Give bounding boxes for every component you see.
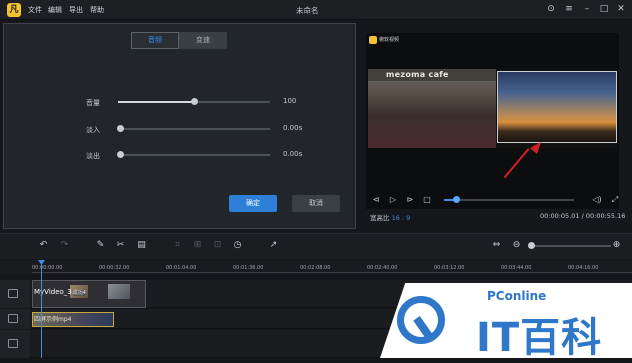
watermark-brand: PConline [487,289,547,303]
ruler-tick-label: 00:01:36.00 [233,265,264,271]
menu-help[interactable]: 帮助 [90,5,104,15]
ruler-tick-label: 00:02:40.00 [367,265,398,271]
film-icon [8,289,18,298]
aspect-ratio: 宽高比 16 : 9 [370,212,410,222]
volume-value: 100 [283,97,297,105]
fit-timeline-icon[interactable]: ⇔ [491,240,502,251]
playback-progress-knob[interactable] [452,196,460,203]
export-icon[interactable]: ↗ [268,240,279,251]
menu-icon[interactable]: ≡ [563,3,575,16]
menu-file[interactable]: 文件 [28,5,42,15]
close-icon[interactable]: ✕ [615,3,627,16]
pen-icon[interactable]: ✎ [95,240,106,251]
preview-cafe-sign: mezoma cafe [368,69,496,81]
clip-thumbnail [108,284,130,299]
fade-in-value: 0.00s [283,124,303,132]
next-frame-icon[interactable]: ⊳ [405,195,415,205]
volume-label: 音量 [86,99,100,107]
preview-brand-text: 傲软视频 [379,37,400,43]
preview-sunset-overlay[interactable] [497,71,617,143]
playhead[interactable] [41,262,42,358]
undo-icon[interactable]: ↶ [38,240,49,251]
app-logo: 凡 [7,3,21,17]
fade-in-slider-knob[interactable] [117,125,124,132]
ruler-tick-label: 00:04:16.00 [568,265,599,271]
ruler-tick-label: 00:00:00.00 [32,265,63,271]
overlay-icon [8,314,18,323]
zoom-slider-knob[interactable] [528,242,535,249]
fade-out-value: 0.00s [283,150,303,158]
stop-icon[interactable]: □ [422,195,432,205]
ok-button[interactable]: 确定 [229,195,277,212]
fade-in-label: 淡入 [86,126,100,134]
mosaic-icon[interactable]: ⊞ [192,240,203,251]
watermark-title: IT百科 [476,315,603,361]
freeze-icon[interactable]: ⊡ [212,240,223,251]
user-icon[interactable]: ⊙ [545,3,557,16]
zoom-slider-track[interactable] [531,245,611,247]
ruler-tick-label: 00:01:04.00 [166,265,197,271]
maximize-icon[interactable]: □ [598,3,610,16]
ruler-tick-label: 00:00:32.00 [99,265,130,271]
fade-out-slider-knob[interactable] [117,151,124,158]
play-icon[interactable]: ▷ [388,195,398,205]
delete-icon[interactable]: ▤ [136,240,147,251]
crop-icon[interactable]: ⌗ [172,240,183,251]
ruler-tick-label: 00:03:44.00 [501,265,532,271]
ruler-tick-label: 00:03:12.00 [434,265,465,271]
scissors-icon[interactable]: ✂ [115,240,126,251]
volume-slider-fill [118,101,194,103]
speed-icon[interactable]: ◷ [232,240,243,251]
fade-out-slider-track[interactable] [118,154,270,156]
volume-slider-knob[interactable] [191,98,198,105]
aspect-ratio-value[interactable]: 16 : 9 [392,214,411,222]
tab-audio[interactable]: 音频 [131,32,179,49]
clip-badge: 成功4 [72,290,86,296]
playback-progress-track[interactable] [444,199,574,201]
menu-edit[interactable]: 编辑 [48,5,62,15]
overlay-clip-name: 四屏示例mp4 [34,316,72,323]
ruler-tick-label: 00:02:08.00 [300,265,331,271]
fullscreen-icon[interactable]: ⤢ [610,195,620,205]
arrow-head-icon [530,142,541,154]
prev-frame-icon[interactable]: ⊲ [371,195,381,205]
window-title: 未命名 [296,6,319,15]
fade-in-slider-track[interactable] [118,128,270,130]
volume-icon[interactable]: ◁) [592,195,602,205]
zoom-out-icon[interactable]: ⊖ [511,240,522,251]
cancel-button[interactable]: 取消 [292,195,340,212]
fade-out-label: 淡出 [86,152,100,160]
minimize-icon[interactable]: – [581,3,593,16]
aspect-ratio-label: 宽高比 [370,214,390,222]
tab-speed[interactable]: 变速 [179,32,227,49]
menu-export[interactable]: 导出 [69,5,83,15]
watermark-logo-icon [369,36,377,44]
redo-icon[interactable]: ↷ [59,240,70,251]
ruler-baseline [32,272,632,273]
timecode: 00:00:05.01 / 00:00:55.16 [540,212,626,220]
zoom-in-icon[interactable]: ⊕ [611,240,622,251]
music-icon [8,339,18,348]
